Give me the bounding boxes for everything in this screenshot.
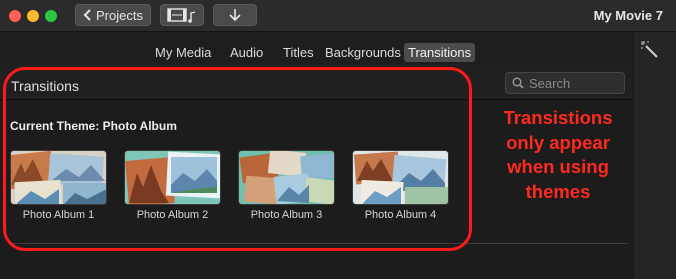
title-bar: Projects My Movie 7: [0, 0, 676, 32]
film-music-icon: [167, 8, 196, 23]
window-title: My Movie 7: [593, 8, 663, 23]
annotation-text: Transistions only appear when using them…: [478, 106, 638, 204]
media-browser-button[interactable]: [160, 4, 204, 26]
tab-audio[interactable]: Audio: [226, 43, 267, 62]
chevron-left-icon: [83, 9, 91, 21]
close-window-button[interactable]: [9, 10, 21, 22]
annotation-line-4: themes: [525, 180, 591, 202]
minimize-window-button[interactable]: [27, 10, 39, 22]
search-icon: [512, 77, 524, 89]
import-arrow-icon: [229, 9, 241, 22]
tab-transitions[interactable]: Transitions: [404, 43, 476, 62]
zoom-window-button[interactable]: [45, 10, 57, 22]
browser-tabs: My Media Audio Titles Backgrounds Transi…: [0, 41, 630, 63]
adjustments-bar: [633, 32, 676, 279]
annotation-line-1: Transistions: [503, 107, 613, 128]
import-button[interactable]: [213, 4, 257, 26]
magic-wand-icon[interactable]: [640, 40, 660, 60]
tab-my-media[interactable]: My Media: [151, 43, 215, 62]
annotation-highlight-box: [3, 67, 472, 251]
annotation-line-3: when using: [507, 156, 609, 177]
annotation-line-2: only appear: [506, 131, 610, 153]
tab-backgrounds[interactable]: Backgrounds: [321, 43, 405, 62]
search-field[interactable]: Search: [505, 72, 625, 94]
tab-titles[interactable]: Titles: [279, 43, 318, 62]
search-placeholder: Search: [529, 75, 571, 91]
projects-label: Projects: [96, 7, 143, 23]
projects-button[interactable]: Projects: [75, 4, 151, 26]
